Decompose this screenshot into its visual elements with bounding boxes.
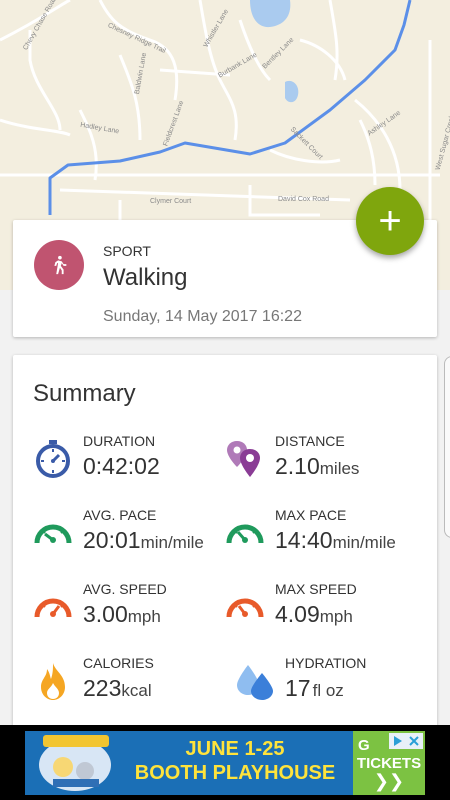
ad-text: JUNE 1-25 BOOTH PLAYHOUSE [125, 737, 345, 785]
flame-icon [41, 663, 65, 700]
ad-logo-image [39, 735, 111, 791]
stat-duration: DURATION 0:42:02 [33, 433, 233, 493]
side-panel-handle[interactable] [444, 356, 450, 538]
speedometer-icon [34, 598, 72, 618]
sport-label: SPORT [103, 243, 151, 259]
map-street-label: Clymer Court [150, 198, 192, 205]
avg-speed-label: AVG. SPEED [83, 581, 167, 597]
summary-card: Summary DURATION 0:42:02 DISTANCE 2.10mi… [13, 355, 437, 735]
ad-dates: JUNE 1-25 [185, 738, 285, 760]
hydration-label: HYDRATION [285, 655, 367, 671]
stat-avg-pace: AVG. PACE 20:01min/mile [33, 507, 233, 567]
ad-cta-prefix: G [358, 737, 370, 754]
add-button[interactable]: + [356, 187, 424, 255]
chevrons-right-icon: ❯❯ [373, 771, 405, 791]
pace-gauge-icon [226, 524, 264, 544]
walking-icon [54, 255, 67, 275]
duration-label: DURATION [83, 433, 156, 449]
max-pace-label: MAX PACE [275, 507, 347, 523]
location-pins-icon [227, 441, 260, 477]
stat-hydration: HYDRATION 17 fl oz [235, 655, 435, 715]
max-speed-value: 4.09mph [275, 601, 353, 627]
stopwatch-icon [36, 440, 70, 478]
map-street-label: David Cox Road [278, 196, 329, 203]
ad-choices-icon[interactable] [389, 733, 423, 749]
distance-value: 2.10miles [275, 453, 360, 479]
ad-cta-label: TICKETS [356, 755, 422, 772]
ad-banner[interactable]: JUNE 1-25 BOOTH PLAYHOUSE G TICKETS ❯❯ [25, 731, 425, 795]
sport-name: Walking [103, 264, 188, 291]
speedometer-icon [226, 598, 264, 618]
stat-distance: DISTANCE 2.10miles [225, 433, 425, 493]
max-pace-value: 14:40min/mile [275, 527, 396, 553]
calories-label: CALORIES [83, 655, 154, 671]
ad-tickets-button[interactable]: G TICKETS ❯❯ [353, 731, 425, 795]
stat-max-speed: MAX SPEED 4.09mph [225, 581, 425, 641]
avg-pace-value: 20:01min/mile [83, 527, 204, 553]
avg-speed-value: 3.00mph [83, 601, 161, 627]
water-drops-icon [237, 665, 273, 700]
ad-bar: JUNE 1-25 BOOTH PLAYHOUSE G TICKETS ❯❯ [0, 725, 450, 800]
hydration-value: 17 fl oz [285, 675, 344, 701]
duration-value: 0:42:02 [83, 453, 160, 479]
max-speed-label: MAX SPEED [275, 581, 357, 597]
calories-value: 223kcal [83, 675, 152, 701]
ad-venue: BOOTH PLAYHOUSE [134, 762, 336, 784]
distance-label: DISTANCE [275, 433, 345, 449]
workout-date: Sunday, 14 May 2017 16:22 [103, 308, 302, 325]
sport-avatar [34, 240, 84, 290]
stat-max-pace: MAX PACE 14:40min/mile [225, 507, 425, 567]
stat-calories: CALORIES 223kcal [33, 655, 233, 715]
summary-title: Summary [33, 380, 136, 407]
pace-gauge-icon [34, 524, 72, 544]
avg-pace-label: AVG. PACE [83, 507, 157, 523]
stat-avg-speed: AVG. SPEED 3.00mph [33, 581, 233, 641]
